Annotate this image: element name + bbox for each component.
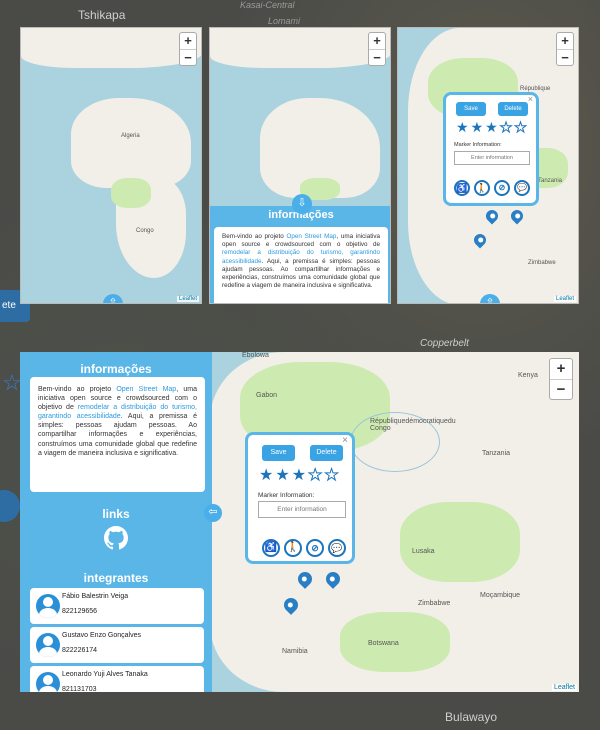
member-name: Gustavo Enzo Gonçalves xyxy=(62,632,141,639)
speech-bubble-icon[interactable]: 💬 xyxy=(328,539,346,557)
delete-button[interactable]: Delete xyxy=(498,102,528,116)
star-1-icon[interactable]: ★ xyxy=(259,467,275,484)
star-3-icon[interactable]: ★ xyxy=(485,119,500,135)
bg-label-bulawayo: Bulawayo xyxy=(445,710,498,724)
marker-info-label: Marker Information: xyxy=(454,142,502,148)
zoom-control[interactable]: + − xyxy=(179,32,197,66)
sheet-handle[interactable]: ⇩ xyxy=(292,194,312,214)
walking-person-icon[interactable]: 🚶 xyxy=(284,539,302,557)
star-2-icon[interactable]: ★ xyxy=(471,119,486,135)
zoom-out-button[interactable]: − xyxy=(557,49,573,65)
zoom-in-button[interactable]: + xyxy=(180,33,196,49)
member-phone: 822226174 xyxy=(62,647,98,654)
zoom-in-button[interactable]: + xyxy=(557,33,573,49)
zoom-in-button[interactable]: + xyxy=(550,359,572,379)
map-label: Zimbabwe xyxy=(418,600,451,607)
map-label: Kenya xyxy=(518,372,538,379)
zoom-in-button[interactable]: + xyxy=(369,33,385,49)
popup-close-button[interactable]: × xyxy=(342,435,348,446)
member-card: Gustavo Enzo Gonçalves 822226174 xyxy=(30,627,204,663)
bg-label-tshikapa: Tshikapa xyxy=(78,8,126,22)
wheelchair-icon[interactable]: ♿ xyxy=(262,539,280,557)
info-sheet: informações Bem-vindo ao projeto Open St… xyxy=(210,206,390,303)
zoom-control[interactable]: + − xyxy=(368,32,386,66)
bg-label-copperbelt: Copperbelt xyxy=(420,338,469,349)
star-1-icon[interactable]: ★ xyxy=(456,119,471,135)
member-card: Fábio Balestrin Veiga 822129656 xyxy=(30,588,204,624)
avatar xyxy=(36,594,60,618)
bg-star-icon: ☆ xyxy=(2,370,22,395)
marker-info-input[interactable]: Enter information xyxy=(258,501,346,518)
star-5-icon[interactable]: ★ xyxy=(514,119,529,136)
marker-info-input[interactable]: Enter information xyxy=(454,151,530,165)
marker-popup: × Save Delete ★★★★★ Marker Information: … xyxy=(443,92,539,206)
avatar xyxy=(36,633,60,657)
save-button[interactable]: Save xyxy=(456,102,486,116)
zoom-out-button[interactable]: − xyxy=(369,49,385,65)
info-card: Bem-vindo ao projeto Open Street Map, um… xyxy=(214,227,388,303)
star-4-icon[interactable]: ★ xyxy=(308,467,324,485)
leaflet-attribution[interactable]: Leaflet xyxy=(553,296,576,302)
avatar xyxy=(36,672,60,692)
map-label: Ebolowa xyxy=(242,352,269,359)
links-title: links xyxy=(102,507,130,521)
osm-link[interactable]: Open Street Map xyxy=(287,233,337,240)
info-title: informações xyxy=(80,362,152,376)
osm-link[interactable]: Open Street Map xyxy=(116,386,176,393)
map-label: Gabon xyxy=(256,392,278,399)
map-label: Républiquedémocratiquedu Congo xyxy=(370,418,456,432)
sidebar-collapse-handle[interactable]: ⇦ xyxy=(204,504,222,522)
panel-popup-map[interactable]: République Tanzania Zimbabwe + − × Save … xyxy=(397,27,579,304)
wheelchair-icon[interactable]: ♿ xyxy=(454,180,470,196)
speech-bubble-icon[interactable]: 💬 xyxy=(514,180,530,196)
bg-label-kasai: Kasai-Central xyxy=(240,0,295,10)
deaf-icon[interactable]: ⊘ xyxy=(306,539,324,557)
walking-person-icon[interactable]: 🚶 xyxy=(474,180,490,196)
map-label: Tanzania xyxy=(482,450,511,457)
map-label: Lusaka xyxy=(412,548,435,555)
map-label: Moçambique xyxy=(480,592,521,599)
member-name: Leonardo Yuji Alves Tanaka xyxy=(62,671,148,678)
members-title: integrantes xyxy=(83,571,149,585)
panel-info-sheet[interactable]: + − informações Bem-vindo ao projeto Ope… xyxy=(209,27,391,304)
delete-button[interactable]: Delete xyxy=(310,445,343,461)
marker-info-label: Marker Information: xyxy=(258,492,315,499)
leaflet-attribution[interactable]: Leaflet xyxy=(551,684,577,691)
panel-africa-map[interactable]: Algeria Congo + − ⇧ Leaflet xyxy=(20,27,202,304)
member-phone: 822129656 xyxy=(62,608,98,615)
zoom-out-button[interactable]: − xyxy=(550,379,572,399)
marker-popup: × Save Delete ★★★★★ Marker Information: … xyxy=(245,432,355,564)
map-label: Namibia xyxy=(282,648,308,655)
deaf-icon[interactable]: ⊘ xyxy=(494,180,510,196)
star-5-icon[interactable]: ★ xyxy=(324,467,340,485)
zoom-out-button[interactable]: − xyxy=(180,49,196,65)
sidebar: informações Bem-vindo ao projeto Open St… xyxy=(20,352,212,692)
map-label: Botswana xyxy=(368,640,399,647)
zoom-control[interactable]: + − xyxy=(549,358,573,400)
zoom-control[interactable]: + − xyxy=(556,32,574,66)
github-icon[interactable] xyxy=(104,526,128,550)
member-name: Fábio Balestrin Veiga xyxy=(62,593,129,600)
star-3-icon[interactable]: ★ xyxy=(292,467,308,484)
popup-close-button[interactable]: × xyxy=(528,94,533,104)
rating-stars[interactable]: ★★★★★ xyxy=(456,119,529,136)
bg-label-lomami: Lomami xyxy=(268,16,301,26)
member-card: Leonardo Yuji Alves Tanaka 821131703 xyxy=(30,666,204,692)
member-phone: 821131703 xyxy=(62,686,97,692)
star-2-icon[interactable]: ★ xyxy=(275,467,291,484)
info-card: Bem-vindo ao projeto Open Street Map, um… xyxy=(30,377,205,492)
rating-stars[interactable]: ★★★★★ xyxy=(259,465,341,485)
star-4-icon[interactable]: ★ xyxy=(499,119,515,136)
leaflet-attribution[interactable]: Leaflet xyxy=(176,296,199,302)
save-button[interactable]: Save xyxy=(262,445,295,461)
